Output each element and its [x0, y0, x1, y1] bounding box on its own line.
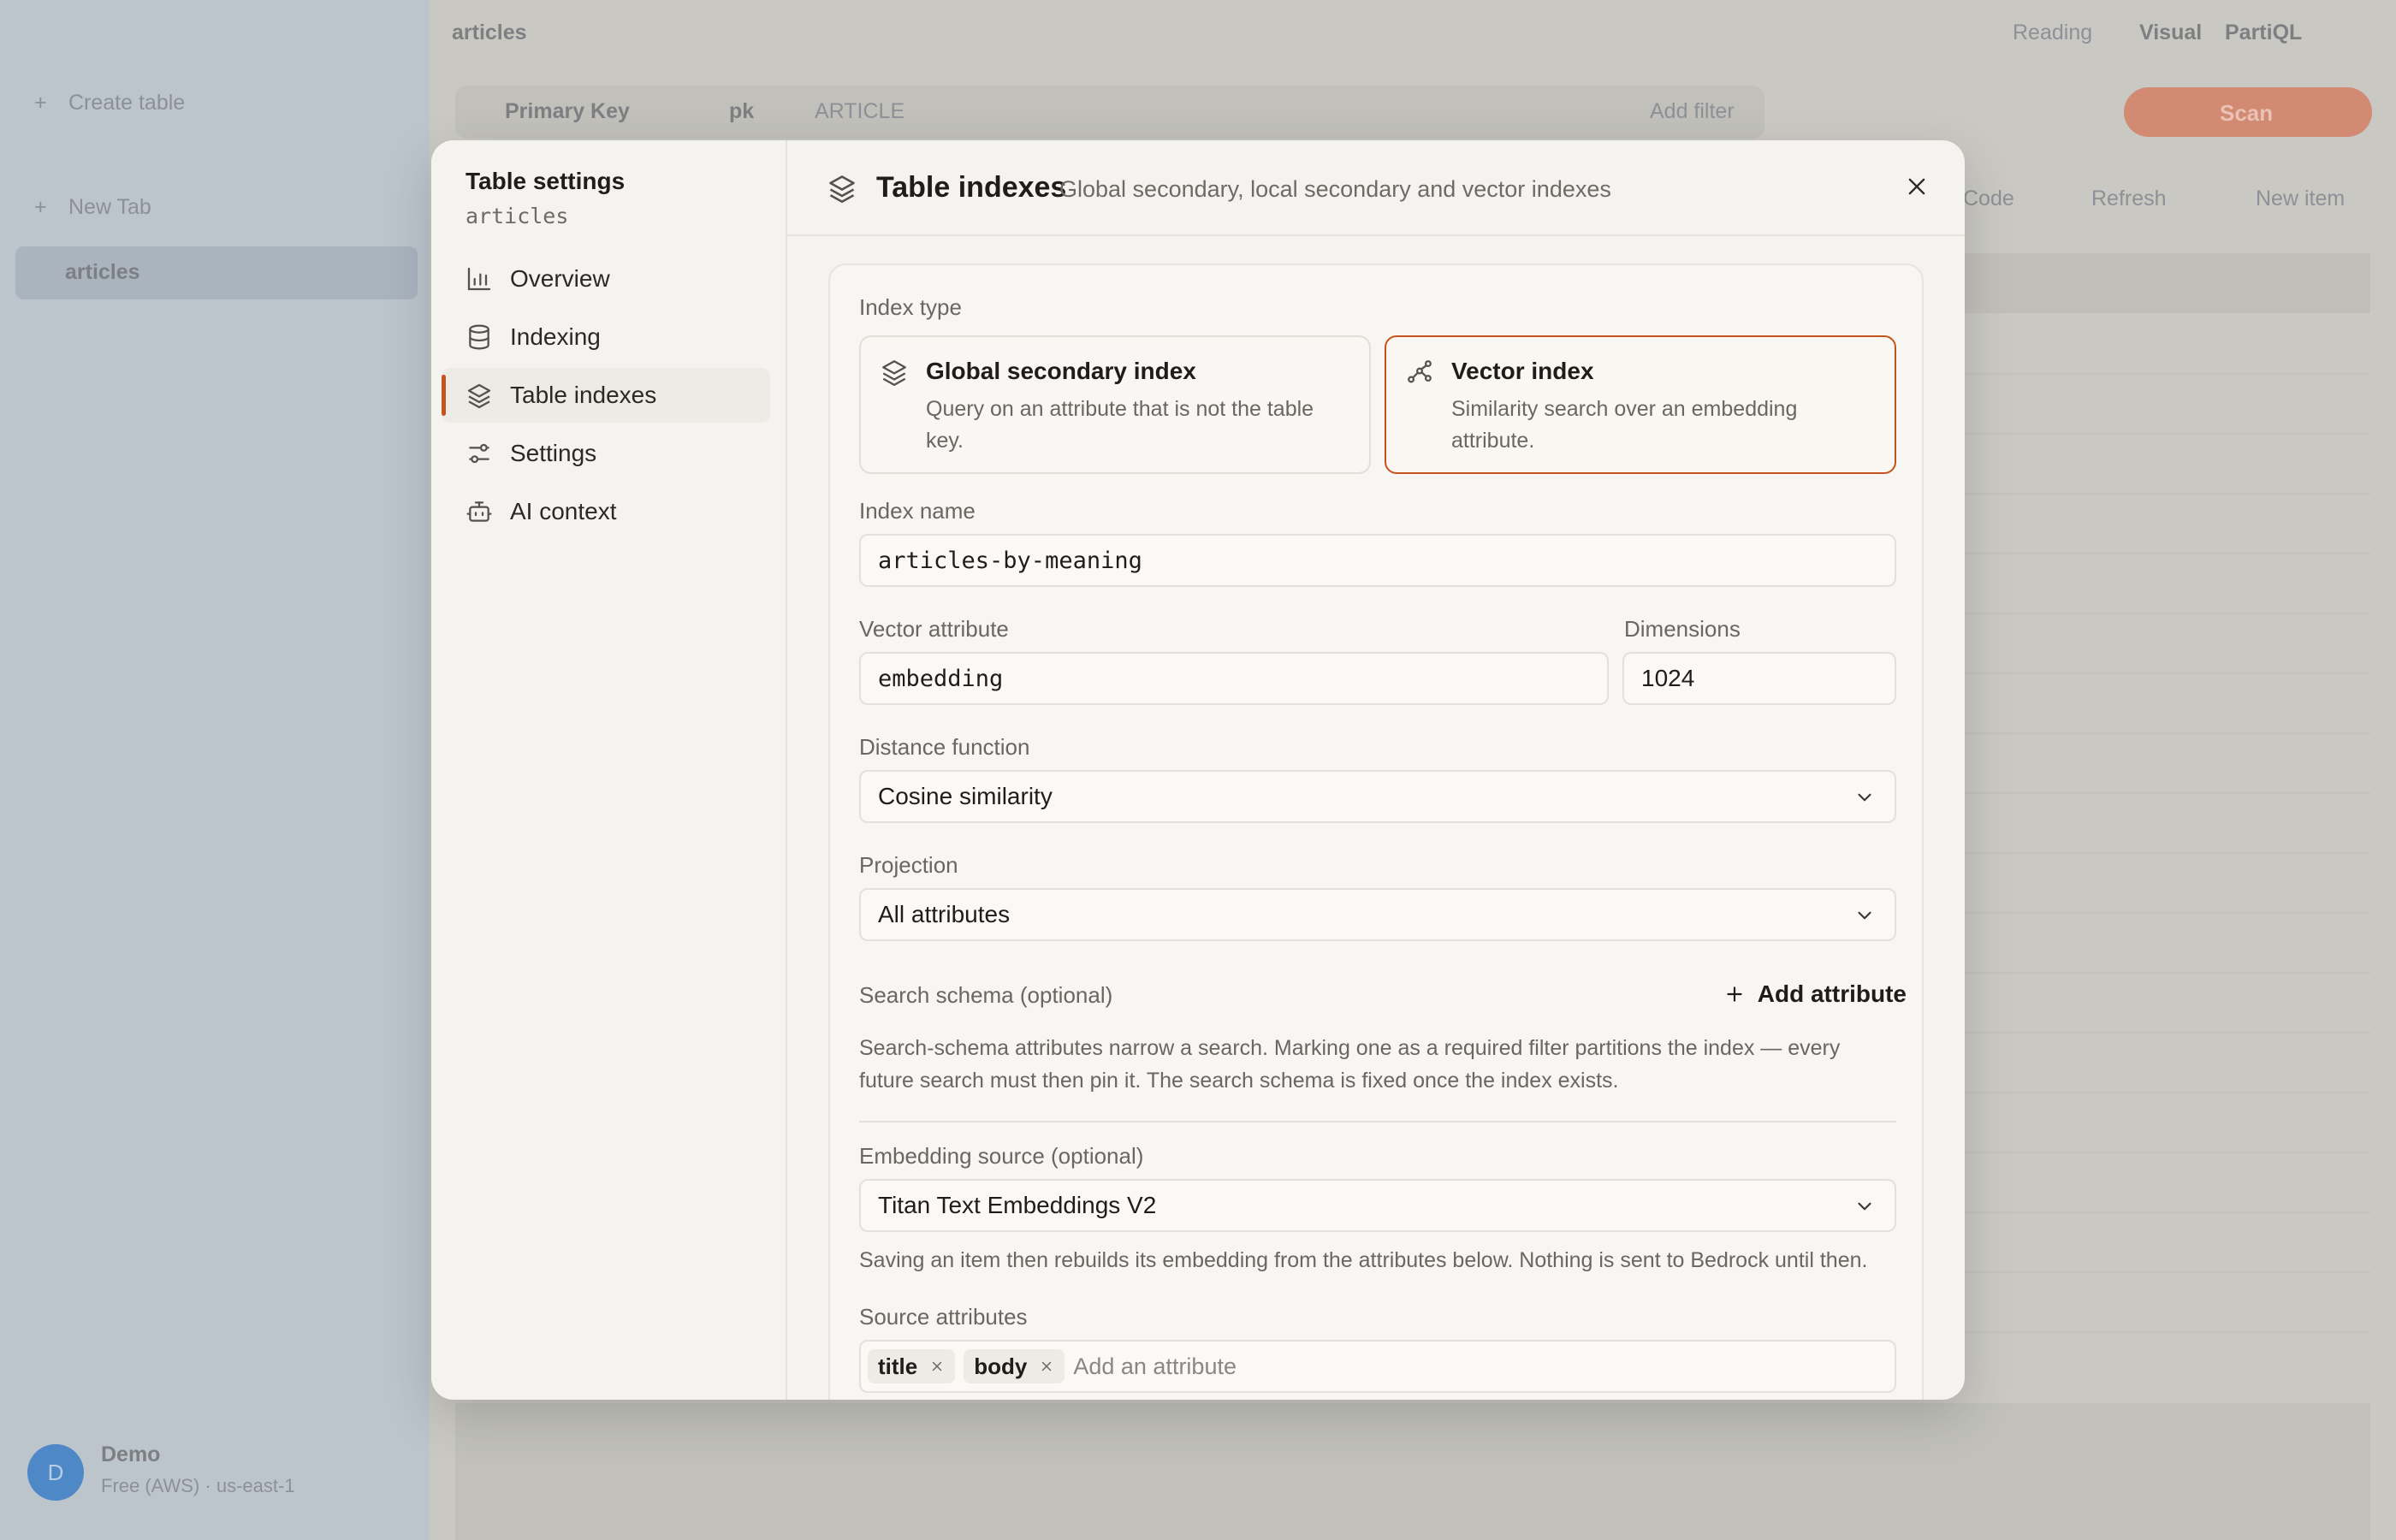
close-icon: [1908, 178, 1925, 195]
add-attribute-label: Add attribute: [1757, 980, 1907, 1007]
toolbar-pk-select[interactable]: pk: [729, 99, 754, 124]
vector-attribute-value: embedding: [878, 665, 1004, 692]
query-toolbar: [455, 86, 1764, 139]
toolbar-index-select[interactable]: Primary Key: [505, 99, 630, 124]
add-attribute-button[interactable]: Add attribute: [1723, 980, 1907, 1008]
embedding-source-help: Saving an item then rebuilds its embeddi…: [859, 1248, 1868, 1272]
avatar[interactable]: D: [27, 1444, 84, 1501]
bot-icon: [466, 501, 492, 522]
index-type-vector-option[interactable]: Vector index Similarity search over an e…: [1385, 335, 1896, 474]
index-name-input[interactable]: articles-by-meaning: [859, 534, 1896, 587]
option-title: Global secondary index: [926, 358, 1196, 384]
option-description: Query on an attribute that is not the ta…: [926, 397, 1314, 453]
index-name-value: articles-by-meaning: [878, 547, 1142, 574]
remove-chip-icon[interactable]: [1039, 1359, 1054, 1374]
nav-item-table-indexes[interactable]: Table indexes: [442, 368, 770, 423]
option-title: Vector index: [1451, 358, 1594, 384]
create-index-form: Index type Global secondary index Query …: [828, 264, 1924, 1400]
nav-item-settings[interactable]: Settings: [442, 426, 770, 481]
close-button[interactable]: [1895, 164, 1939, 209]
user-sub: Free (AWS) · us-east-1: [101, 1475, 295, 1496]
table-settings-modal: Table settings articles Overview Indexin…: [431, 140, 1965, 1400]
nav-item-label: Overview: [510, 265, 610, 292]
sidebar-plus-icon-2[interactable]: +: [34, 195, 47, 220]
chevron-down-icon: [1858, 1202, 1871, 1211]
distance-function-label: Distance function: [859, 734, 1030, 760]
dimensions-label: Dimensions: [1624, 616, 1741, 642]
embedding-source-select[interactable]: Titan Text Embeddings V2: [859, 1179, 1896, 1232]
table-footer: [455, 1403, 2370, 1540]
nav-item-label: Settings: [510, 440, 597, 466]
projection-label: Projection: [859, 852, 958, 878]
projection-select[interactable]: All attributes: [859, 888, 1896, 941]
layers-icon: [829, 175, 855, 204]
new-item-button[interactable]: New item: [2256, 187, 2345, 211]
nav-item-ai-context[interactable]: AI context: [442, 484, 770, 539]
projection-value: All attributes: [878, 901, 1011, 927]
user-name: Demo: [101, 1442, 161, 1466]
settings-content: Table indexes Global secondary, local se…: [787, 140, 1965, 1400]
embedding-source-label: Embedding source (optional): [859, 1143, 1144, 1169]
app-sidebar: + Create table + New Tab articles D Demo…: [0, 0, 430, 1540]
index-name-label: Index name: [859, 498, 976, 524]
nav-item-label: Indexing: [510, 323, 601, 350]
distance-function-select[interactable]: Cosine similarity: [859, 770, 1896, 823]
content-header: Table indexes Global secondary, local se…: [787, 140, 1965, 236]
embedding-source-value: Titan Text Embeddings V2: [878, 1192, 1157, 1218]
nav-item-indexing[interactable]: Indexing: [442, 310, 770, 364]
topbar-partiql-tab[interactable]: PartiQL: [2225, 21, 2302, 45]
create-table-link[interactable]: Create table: [68, 91, 185, 116]
page-subtitle: Global secondary, local secondary and ve…: [1059, 176, 1611, 202]
toolbar-value-input[interactable]: ARTICLE: [815, 99, 904, 124]
dimensions-value: 1024: [1641, 665, 1695, 691]
toolbar-add-filter[interactable]: Add filter: [1650, 99, 1735, 124]
sliders-icon: [469, 443, 489, 464]
topbar-visual-tab[interactable]: Visual: [2139, 21, 2202, 45]
option-description: Similarity search over an embedding attr…: [1451, 397, 1798, 453]
nav-title: Table settings: [466, 168, 626, 194]
topbar-reading: Reading: [2013, 21, 2093, 44]
attribute-chip-title: title: [868, 1349, 956, 1383]
source-attributes-label: Source attributes: [859, 1304, 1028, 1330]
plus-icon: [1727, 986, 1742, 1002]
nav-item-label: Table indexes: [510, 382, 657, 408]
vector-graph-icon: [1408, 360, 1432, 383]
chevron-down-icon: [1858, 911, 1871, 920]
section-divider: [859, 1121, 1896, 1122]
sidebar-plus-icon[interactable]: +: [34, 91, 47, 116]
attribute-chip-body: body: [964, 1349, 1065, 1383]
code-button[interactable]: Code: [1963, 187, 2014, 211]
settings-nav: Table settings articles Overview Indexin…: [431, 140, 787, 1400]
search-schema-label: Search schema (optional): [859, 982, 1113, 1008]
nav-item-overview[interactable]: Overview: [442, 252, 770, 306]
refresh-button[interactable]: Refresh: [2091, 187, 2167, 211]
run-button[interactable]: Scan: [2124, 87, 2372, 137]
database-icon: [469, 324, 489, 350]
chevron-down-icon: [1858, 793, 1871, 802]
bar-chart-icon: [467, 267, 491, 291]
nav-item-label: AI context: [510, 498, 617, 524]
nav-table-name: articles: [466, 204, 569, 228]
vector-attribute-label: Vector attribute: [859, 616, 1009, 642]
topbar-table-name: articles: [452, 21, 527, 44]
index-type-label: Index type: [859, 294, 962, 320]
index-type-gsi-option[interactable]: Global secondary index Query on an attri…: [859, 335, 1371, 474]
remove-chip-icon[interactable]: [929, 1359, 945, 1374]
layers-icon: [882, 360, 906, 387]
page-title: Table indexes: [876, 171, 1067, 204]
source-attributes-input[interactable]: title body: [859, 1340, 1896, 1393]
new-tab-link[interactable]: New Tab: [68, 195, 151, 220]
search-schema-help: Search-schema attributes narrow a search…: [859, 1036, 1841, 1093]
sidebar-item-articles[interactable]: articles: [65, 260, 140, 285]
add-attribute-input[interactable]: [1073, 1353, 1587, 1380]
vector-attribute-input[interactable]: embedding: [859, 652, 1609, 705]
dimensions-input[interactable]: 1024: [1622, 652, 1896, 705]
distance-function-value: Cosine similarity: [878, 783, 1053, 809]
layers-icon: [467, 383, 491, 409]
